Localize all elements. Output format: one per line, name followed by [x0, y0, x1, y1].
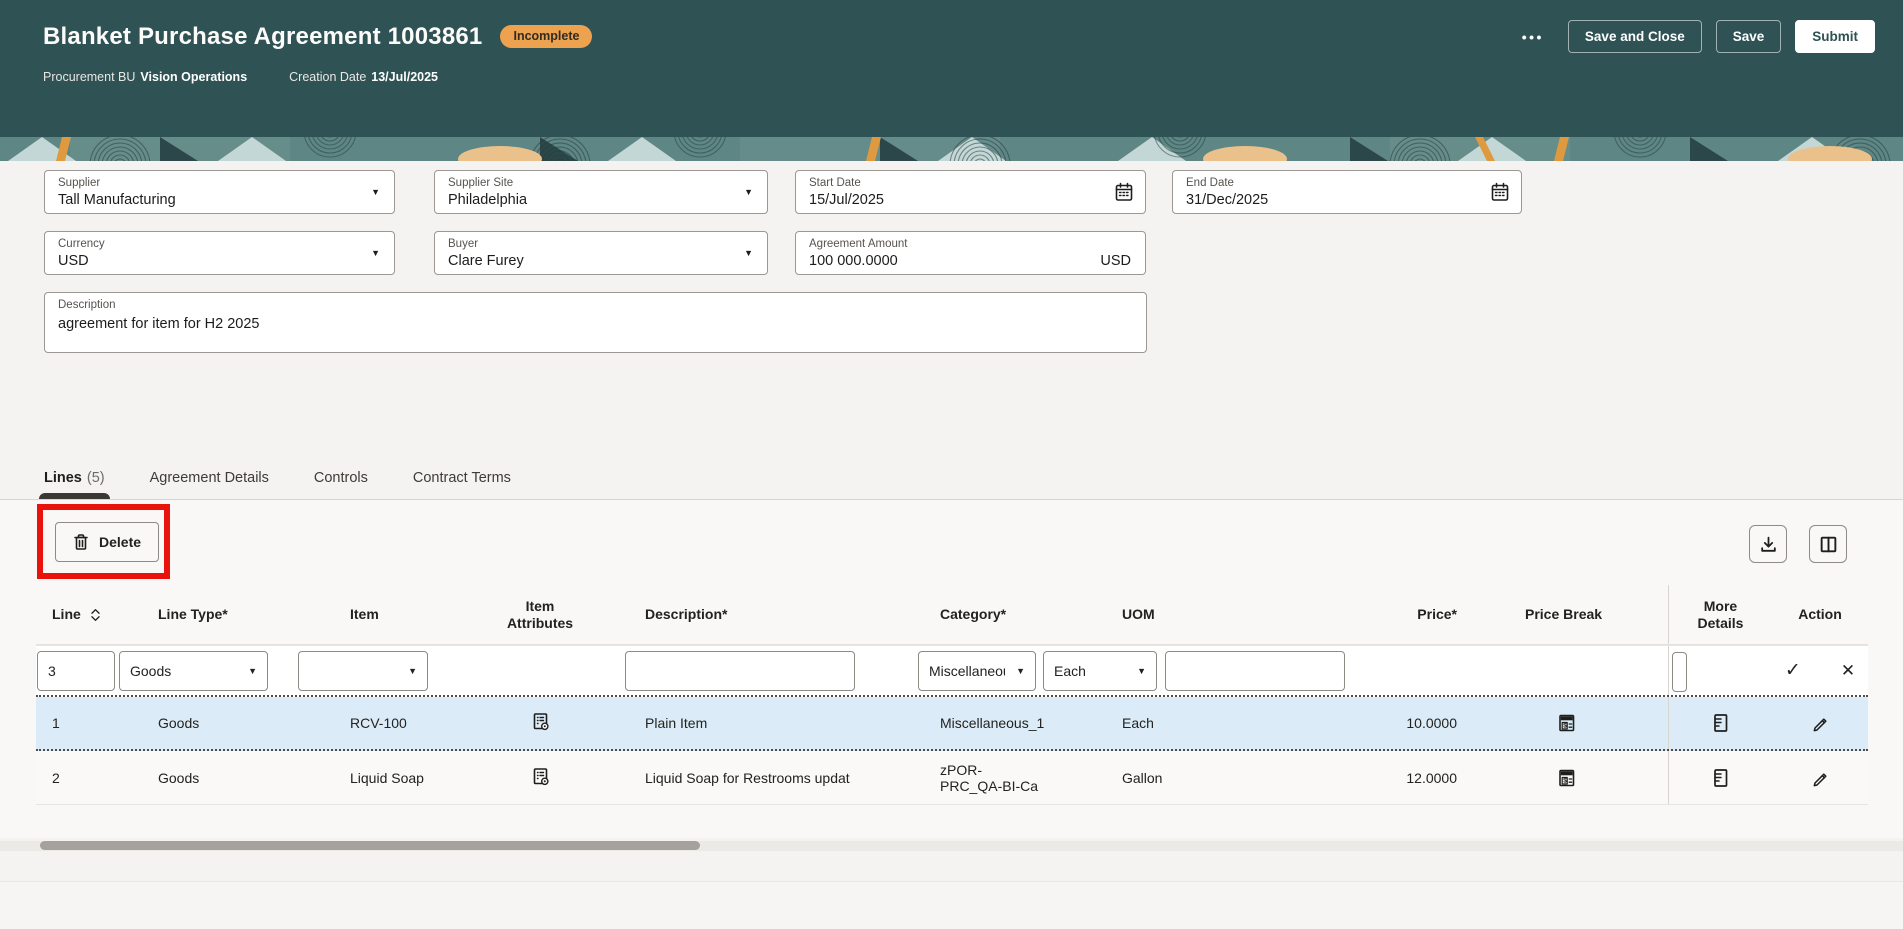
description-input[interactable] [625, 650, 855, 691]
manage-columns-button[interactable] [1809, 525, 1847, 563]
header-meta: Procurement BU Vision Operations Creation… [43, 70, 1875, 84]
tab-controls[interactable]: Controls [314, 470, 368, 499]
save-and-close-button[interactable]: Save and Close [1567, 20, 1702, 53]
cancel-row-icon[interactable]: ✕ [1841, 661, 1855, 681]
agreement-form: Supplier Tall Manufacturing ▼ Supplier S… [0, 161, 1903, 929]
calendar-icon[interactable] [1114, 182, 1134, 202]
dropdown-caret-icon: ▼ [1137, 665, 1146, 676]
trash-icon [74, 534, 88, 550]
table-row[interactable]: 2 Goods Liquid Soap Liquid Soap for Rest… [36, 751, 1868, 805]
columns-icon [1820, 536, 1836, 552]
supplier-field[interactable]: Supplier Tall Manufacturing ▼ [44, 170, 395, 214]
decorative-banner [0, 137, 1903, 161]
confirm-row-icon[interactable]: ✓ [1785, 659, 1801, 682]
table-edit-row: Goods▼ ▼ Miscellaneous▼ Each▼ ✓ ✕ [36, 645, 1868, 697]
more-details-icon[interactable] [1711, 768, 1730, 788]
status-badge: Incomplete [500, 25, 593, 48]
agreement-amount-field[interactable]: Agreement Amount 100 000.0000 USD [795, 231, 1146, 275]
sort-icon[interactable] [90, 607, 101, 623]
download-icon [1760, 536, 1776, 552]
footer-strip [0, 881, 1903, 929]
dropdown-caret-icon[interactable]: ▼ [744, 187, 753, 197]
save-button[interactable]: Save [1715, 20, 1782, 53]
blanket-purchase-agreement-page: Blanket Purchase Agreement 1003861 Incom… [0, 0, 1903, 929]
item-attributes-icon[interactable] [531, 767, 550, 789]
creation-date: Creation Date 13/Jul/2025 [289, 70, 438, 84]
dropdown-caret-icon: ▼ [408, 665, 417, 676]
dropdown-caret-icon[interactable]: ▼ [371, 248, 380, 258]
end-date-field[interactable]: End Date 31/Dec/2025 [1172, 170, 1522, 214]
more-details-icon[interactable] [1711, 713, 1730, 733]
tab-agreement-details[interactable]: Agreement Details [150, 470, 269, 499]
edit-line-pencil-icon[interactable] [1811, 769, 1829, 787]
item-select[interactable]: ▼ [298, 650, 428, 691]
tab-contract-terms[interactable]: Contract Terms [413, 470, 511, 499]
start-date-field[interactable]: Start Date 15/Jul/2025 [795, 170, 1146, 214]
horizontal-scrollbar-track[interactable] [0, 841, 1903, 851]
submit-button[interactable]: Submit [1795, 20, 1875, 53]
dropdown-caret-icon[interactable]: ▼ [744, 248, 753, 258]
item-attributes-icon[interactable] [531, 712, 550, 734]
line-type-select[interactable]: Goods ▼ [119, 650, 268, 691]
calendar-icon[interactable] [1490, 182, 1510, 202]
description-field[interactable]: Description agreement for item for H2 20… [44, 292, 1147, 353]
price-input[interactable] [1165, 650, 1345, 691]
table-row[interactable]: 1 Goods RCV-100 Plain Item Miscellaneous… [36, 697, 1868, 751]
dropdown-caret-icon[interactable]: ▼ [371, 187, 380, 197]
tab-bar: Lines (5) Agreement Details Controls Cont… [0, 455, 1903, 500]
horizontal-scrollbar-thumb[interactable] [40, 841, 700, 850]
delete-line-button[interactable]: Delete [55, 522, 160, 562]
more-actions-icon[interactable]: ••• [1522, 29, 1544, 45]
tab-lines[interactable]: Lines (5) [39, 470, 110, 499]
lines-table: Line Line Type* Item Item Attributes Des… [0, 585, 1868, 805]
price-break-icon[interactable]: $ [1557, 713, 1577, 733]
buyer-field[interactable]: Buyer Clare Furey ▼ [434, 231, 768, 275]
procurement-bu: Procurement BU Vision Operations [43, 70, 248, 84]
table-header-row: Line Line Type* Item Item Attributes Des… [36, 585, 1868, 645]
footer-spacer [0, 851, 1903, 881]
download-button[interactable] [1749, 525, 1787, 563]
category-select[interactable]: Miscellaneous▼ [918, 650, 1036, 691]
page-header: Blanket Purchase Agreement 1003861 Incom… [0, 0, 1903, 137]
svg-text:$: $ [1563, 723, 1567, 730]
dropdown-caret-icon: ▼ [1016, 665, 1025, 676]
currency-field[interactable]: Currency USD ▼ [44, 231, 395, 275]
supplier-site-field[interactable]: Supplier Site Philadelphia ▼ [434, 170, 768, 214]
lines-panel: Delete Line Line Type* Item Item Attribu… [0, 500, 1903, 838]
svg-text:$: $ [1563, 777, 1567, 784]
price-break-icon[interactable]: $ [1557, 768, 1577, 788]
clipped-field-fragment [1672, 652, 1687, 692]
page-title: Blanket Purchase Agreement 1003861 [43, 22, 483, 50]
dropdown-caret-icon: ▼ [248, 665, 257, 676]
line-number-input[interactable] [37, 650, 115, 691]
currency-suffix: USD [1100, 253, 1131, 269]
uom-select[interactable]: Each ▼ [1043, 650, 1157, 691]
edit-line-pencil-icon[interactable] [1811, 714, 1829, 732]
